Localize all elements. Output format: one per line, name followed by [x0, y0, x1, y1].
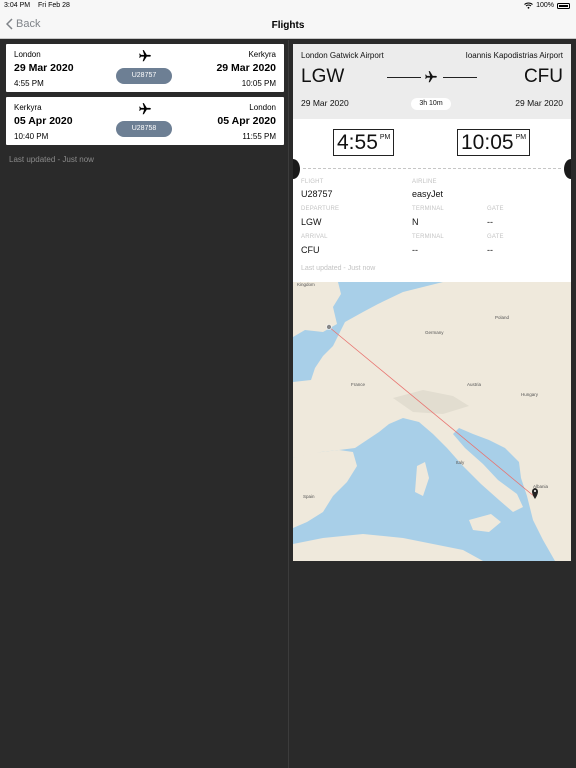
origin-airport-name: London Gatwick Airport: [301, 51, 384, 60]
origin-city: Kerkyra: [14, 103, 42, 112]
departure-gate-label: GATE: [487, 206, 504, 212]
ticket-notch-left: [293, 159, 300, 179]
departure-label: DEPARTURE: [301, 206, 340, 212]
ticket-notch-right: [564, 159, 571, 179]
destination-code: CFU: [523, 66, 563, 87]
battery-icon: [557, 2, 570, 9]
status-date: Fri Feb 28: [38, 2, 70, 9]
airplane-icon: [425, 71, 437, 83]
airline-name: easyJet: [412, 189, 444, 199]
arrival-time: 11:55 PM: [242, 132, 276, 141]
arrival-label: ARRIVAL: [301, 234, 328, 240]
split-divider: [288, 40, 289, 768]
arrival-time: 10:05 PM: [241, 79, 276, 88]
departure-terminal: N: [412, 217, 419, 227]
detail-header: London Gatwick Airport Ioannis Kapodistr…: [293, 44, 571, 119]
battery-percent: 100%: [536, 2, 554, 9]
ticket-perforation: [303, 168, 561, 169]
arrival-date: 05 Apr 2020: [217, 115, 276, 127]
navigation-bar: Back Flights: [0, 12, 576, 39]
list-last-updated: Last updated - Just now: [9, 155, 94, 164]
map-label-kingdom: Kingdom: [297, 282, 315, 287]
departure-date: 05 Apr 2020: [14, 115, 73, 127]
airline-label: AIRLINE: [412, 179, 437, 185]
origin-marker[interactable]: [326, 324, 332, 330]
map-label-france: France: [351, 382, 366, 387]
map-label-poland: Poland: [495, 315, 510, 320]
departure-gate: --: [487, 217, 493, 227]
flight-label: FLIGHT: [301, 179, 324, 185]
arrival-date: 29 Mar 2020: [216, 62, 276, 74]
arrival-time: 10:05: [461, 131, 514, 154]
map-label-italy: Italy: [456, 460, 465, 465]
departure-time: 10:40 PM: [14, 132, 49, 141]
map-label-albania: Albania: [533, 484, 549, 489]
map-label-austria: Austria: [467, 382, 482, 387]
arrival-ampm: PM: [515, 134, 527, 141]
destination-city: London: [249, 103, 276, 112]
route-map[interactable]: Kingdom Germany Poland France Austria Hu…: [293, 282, 571, 561]
arrival-date: 29 Mar 2020: [515, 98, 563, 108]
route-line-right: [443, 77, 477, 78]
departure-airport-code: LGW: [301, 217, 322, 227]
map-canvas: Kingdom Germany Poland France Austria Hu…: [293, 282, 571, 561]
departure-terminal-label: TERMINAL: [412, 206, 444, 212]
airplane-icon: [139, 50, 151, 62]
arrival-airport-code: CFU: [301, 245, 320, 255]
status-bar: 3:04 PM Fri Feb 28 100%: [0, 0, 576, 12]
arrival-time-box: 10:05 PM: [457, 129, 531, 156]
departure-time: 4:55: [337, 131, 378, 154]
departure-time-box: 4:55 PM: [333, 129, 395, 156]
flight-card-return[interactable]: Kerkyra London 05 Apr 2020 05 Apr 2020 1…: [6, 97, 284, 145]
flight-number-badge: U28757: [116, 68, 172, 84]
flight-detail-panel: London Gatwick Airport Ioannis Kapodistr…: [293, 44, 571, 561]
flight-number-badge: U28758: [116, 121, 172, 137]
status-time: 3:04 PM: [4, 2, 31, 9]
departure-ampm: PM: [379, 134, 391, 141]
arrival-gate-label: GATE: [487, 234, 504, 240]
wifi-icon: [524, 2, 533, 9]
map-label-germany: Germany: [425, 330, 444, 335]
arrival-gate: --: [487, 245, 493, 255]
arrival-terminal-label: TERMINAL: [412, 234, 444, 240]
destination-airport-name: Ioannis Kapodistrias Airport: [465, 51, 563, 60]
map-label-hungary: Hungary: [521, 392, 539, 397]
flight-number: U28757: [301, 189, 333, 199]
map-label-spain: Spain: [303, 494, 315, 499]
departure-date: 29 Mar 2020: [14, 62, 74, 74]
arrival-terminal: --: [412, 245, 418, 255]
departure-time: 4:55 PM: [14, 79, 44, 88]
origin-city: London: [14, 50, 41, 59]
duration-badge: 3h 10m: [411, 98, 451, 110]
destination-city: Kerkyra: [248, 50, 276, 59]
route-line-left: [387, 77, 421, 78]
page-title: Flights: [271, 20, 305, 31]
origin-code: LGW: [301, 66, 345, 87]
flight-card-outbound[interactable]: London Kerkyra 29 Mar 2020 29 Mar 2020 4…: [6, 44, 284, 92]
airplane-icon: [139, 103, 151, 115]
departure-date: 29 Mar 2020: [301, 98, 349, 108]
detail-last-updated: Last updated - Just now: [301, 265, 376, 272]
